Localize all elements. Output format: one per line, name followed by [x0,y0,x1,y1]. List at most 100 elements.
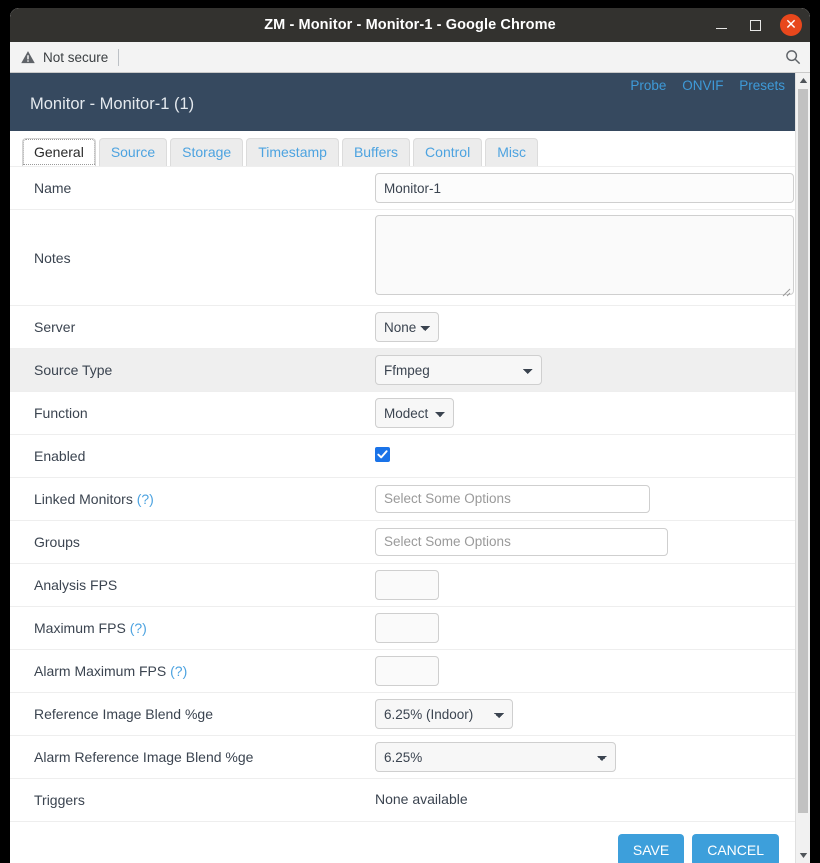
label-triggers: Triggers [34,792,85,808]
groups-select[interactable]: Select Some Options [375,528,668,556]
close-button[interactable]: ✕ [780,14,802,36]
label-analysis-fps: Analysis FPS [34,577,118,593]
label-reference-image-blend: Reference Image Blend %ge [34,706,213,722]
browser-window: ZM - Monitor - Monitor-1 - Google Chrome… [10,8,810,863]
label-notes: Notes [34,249,71,266]
cancel-button[interactable]: CANCEL [692,834,779,863]
maximum-fps-input[interactable] [375,613,439,643]
field-name [375,173,795,203]
presets-link[interactable]: Presets [739,78,785,93]
scroll-down-button[interactable] [796,848,810,863]
label-linked-monitors-text: Linked Monitors [34,491,133,507]
row-alarm-maximum-fps: Alarm Maximum FPS (?) [10,650,795,693]
field-reference-image-blend: 6.25% (Indoor) [375,699,795,729]
row-alarm-reference-image-blend: Alarm Reference Image Blend %ge 6.25% [10,736,795,779]
field-source-type: Ffmpeg [375,355,795,385]
search-icon[interactable] [784,48,802,66]
row-source-type: Source Type Ffmpeg [10,349,795,392]
server-select[interactable]: None [375,312,439,342]
security-status-label: Not secure [43,49,109,65]
vertical-scrollbar[interactable] [795,73,810,863]
form-footer: SAVE CANCEL [10,822,795,863]
row-server: Server None [10,306,795,349]
label-maximum-fps-text: Maximum FPS [34,620,126,636]
function-select[interactable]: Modect [375,398,454,428]
field-alarm-maximum-fps [375,656,795,686]
row-triggers: Triggers None available [10,779,795,822]
row-reference-image-blend: Reference Image Blend %ge 6.25% (Indoor) [10,693,795,736]
app-header: Probe ONVIF Presets Monitor - Monitor-1 … [10,73,795,131]
name-input[interactable] [375,173,794,203]
linked-monitors-help-link[interactable]: (?) [137,491,154,507]
chevron-down-icon [799,853,807,858]
alarm-maximum-fps-help-link[interactable]: (?) [170,663,187,679]
field-linked-monitors: Select Some Options [375,485,795,513]
minimize-button[interactable] [710,14,732,36]
tab-general[interactable]: General [22,138,96,166]
enabled-checkbox[interactable] [375,447,390,462]
tab-bar: General Source Storage Timestamp Buffers… [10,131,795,166]
reference-image-blend-select[interactable]: 6.25% (Indoor) [375,699,513,729]
page-scroll-area: Probe ONVIF Presets Monitor - Monitor-1 … [10,73,795,863]
alarm-reference-image-blend-select[interactable]: 6.25% [375,742,616,772]
field-enabled [375,447,795,465]
field-groups: Select Some Options [375,528,795,556]
tab-control[interactable]: Control [413,138,483,166]
header-link-group: Probe ONVIF Presets [618,78,785,93]
notes-textarea[interactable] [375,215,794,295]
maximize-button[interactable] [744,14,766,36]
tab-source[interactable]: Source [98,138,168,166]
label-name: Name [34,180,72,196]
label-server: Server [34,319,76,335]
row-name: Name [10,167,795,210]
page-viewport: Probe ONVIF Presets Monitor - Monitor-1 … [10,73,810,863]
warning-triangle-icon [21,50,35,63]
checkmark-icon [377,450,388,459]
window-title: ZM - Monitor - Monitor-1 - Google Chrome [264,17,556,33]
row-maximum-fps: Maximum FPS (?) [10,607,795,650]
page-title: Monitor - Monitor-1 (1) [30,95,195,113]
window-titlebar: ZM - Monitor - Monitor-1 - Google Chrome… [10,8,810,42]
minimize-icon [715,27,727,29]
maximum-fps-help-link[interactable]: (?) [130,620,147,636]
row-linked-monitors: Linked Monitors (?) Select Some Options [10,478,795,521]
label-function: Function [34,405,88,421]
field-notes [375,215,795,300]
tab-storage[interactable]: Storage [170,138,244,166]
field-server: None [375,312,795,342]
label-alarm-maximum-fps: Alarm Maximum FPS (?) [34,663,375,679]
field-maximum-fps [375,613,795,643]
tab-misc[interactable]: Misc [485,138,538,166]
onvif-link[interactable]: ONVIF [682,78,723,93]
row-notes: Notes [10,210,795,306]
label-enabled: Enabled [34,448,86,464]
row-groups: Groups Select Some Options [10,521,795,564]
row-analysis-fps: Analysis FPS [10,564,795,607]
row-function: Function Modect [10,392,795,435]
linked-monitors-select[interactable]: Select Some Options [375,485,650,513]
label-alarm-maximum-fps-text: Alarm Maximum FPS [34,663,167,679]
monitor-settings-form: Name Notes [10,166,795,822]
address-bar[interactable]: Not secure [10,42,810,108]
field-triggers: None available [375,791,795,809]
probe-link[interactable]: Probe [630,78,666,93]
save-button[interactable]: SAVE [617,834,685,863]
label-source-type: Source Type [34,362,113,378]
chevron-up-icon [799,78,807,83]
field-function: Modect [375,398,795,428]
scroll-up-button[interactable] [796,73,810,88]
row-enabled: Enabled [10,435,795,478]
source-type-select[interactable]: Ffmpeg [375,355,542,385]
label-alarm-reference-image-blend: Alarm Reference Image Blend %ge [34,749,254,765]
maximize-icon [749,19,761,31]
tab-timestamp[interactable]: Timestamp [246,138,339,166]
scrollbar-thumb[interactable] [798,89,808,813]
close-icon: ✕ [785,17,797,33]
field-analysis-fps [375,570,795,600]
alarm-maximum-fps-input[interactable] [375,656,439,686]
label-maximum-fps: Maximum FPS (?) [34,620,375,636]
omnibox-divider [118,48,120,66]
tab-buffers[interactable]: Buffers [341,138,411,166]
label-linked-monitors: Linked Monitors (?) [34,491,375,507]
analysis-fps-input[interactable] [375,570,439,600]
